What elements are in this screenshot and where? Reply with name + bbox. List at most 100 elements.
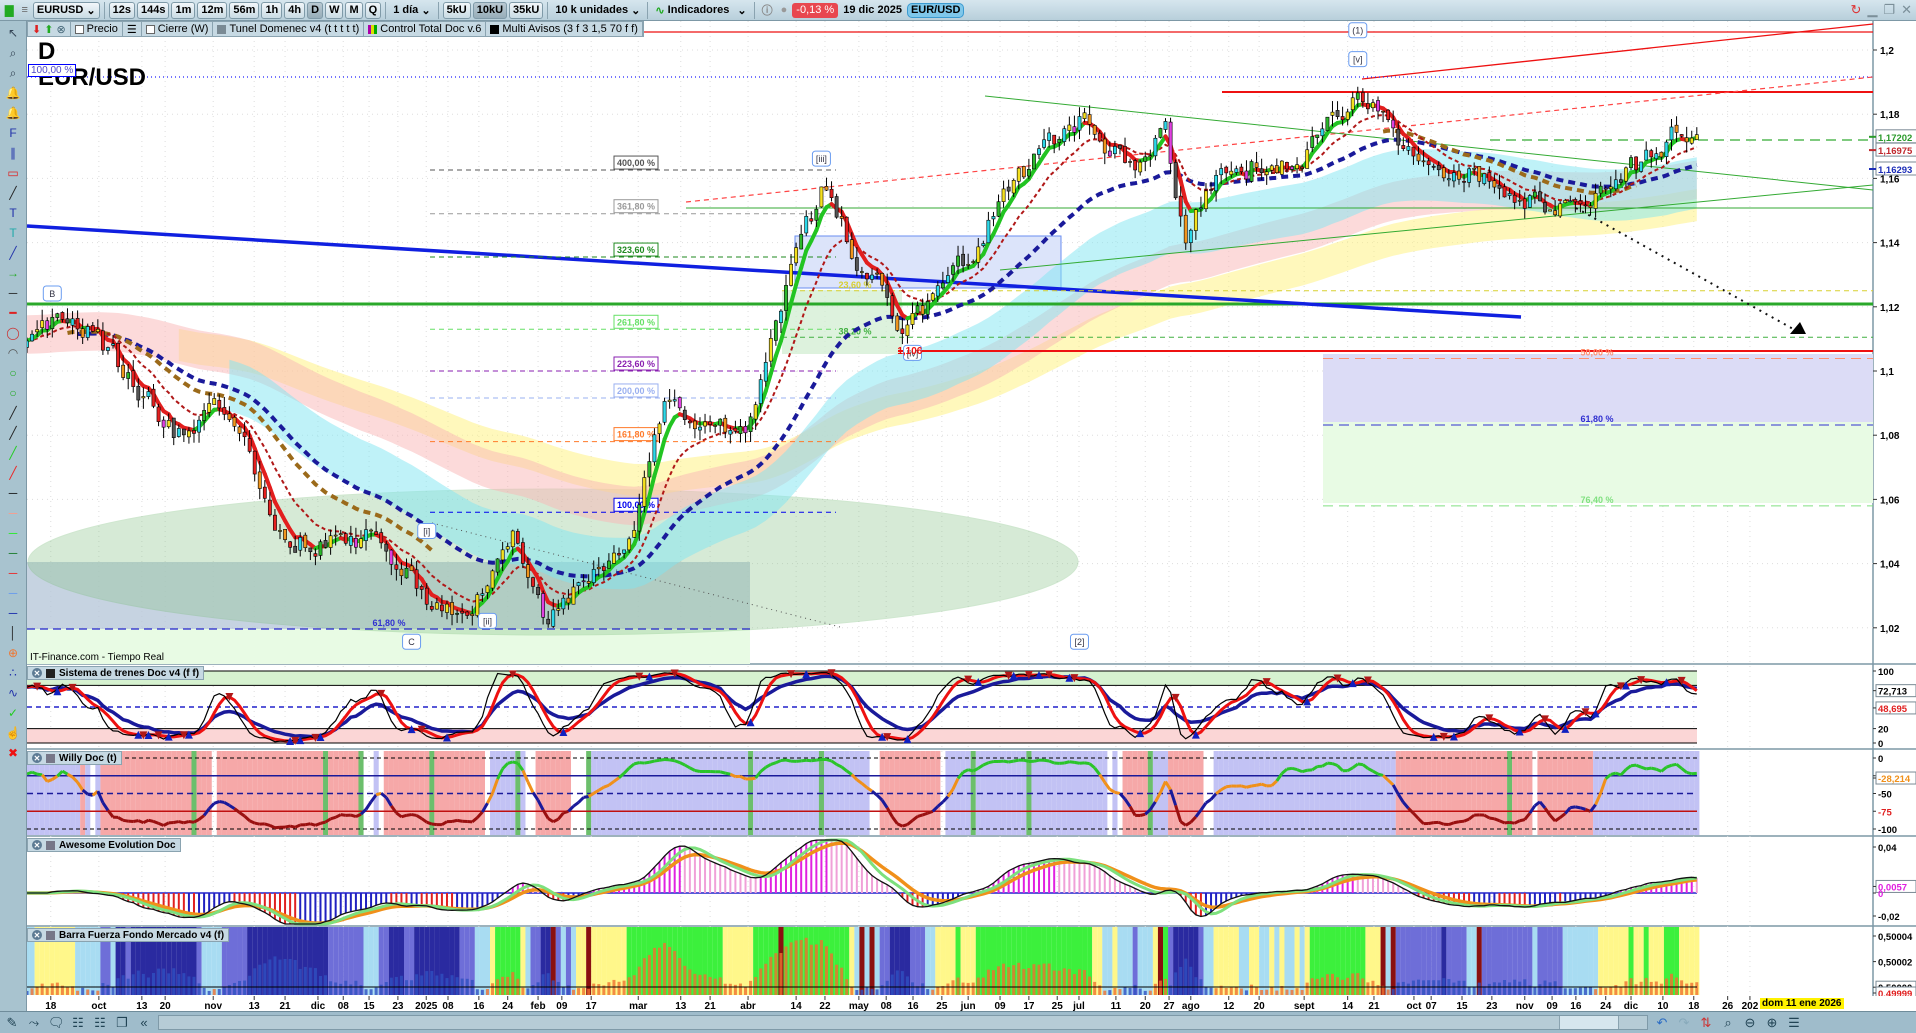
collapse-icon[interactable]: «: [136, 1015, 152, 1030]
pane-header-sistema[interactable]: ✕ Sistema de trenes Doc v4 (f f): [27, 666, 205, 680]
hline-salmon-icon[interactable]: ─: [3, 504, 23, 522]
hline-blue-icon[interactable]: ─: [3, 584, 23, 602]
barra-strength-bar: [308, 967, 312, 995]
redo-icon[interactable]: ↷: [1676, 1015, 1692, 1031]
trendline-icon[interactable]: ╱: [3, 244, 23, 262]
auto-scale-icon[interactable]: ⇅: [1698, 1015, 1714, 1031]
legend-price[interactable]: Precio: [71, 22, 123, 36]
legend-close[interactable]: Cierre (W): [142, 22, 214, 36]
line-green-icon[interactable]: ╱: [3, 444, 23, 462]
rectangle-icon[interactable]: ▭: [3, 164, 23, 182]
candle-body: [429, 606, 434, 610]
ellipse-icon[interactable]: ◯: [3, 324, 23, 342]
undo-icon[interactable]: ↶: [1654, 1015, 1670, 1031]
color-line-icon[interactable]: ╱: [3, 404, 23, 422]
crosshair-icon[interactable]: ⊕: [3, 644, 23, 662]
close-pane-icon[interactable]: ✕: [32, 930, 42, 940]
date-tick-label: 18: [45, 1001, 57, 1011]
settings-icon[interactable]: ☰: [1786, 1015, 1802, 1031]
close-circle-icon[interactable]: ⊗: [56, 23, 65, 36]
circle2-icon[interactable]: ○: [3, 384, 23, 402]
comment-icon[interactable]: 🗨: [48, 1015, 65, 1031]
barra-strength-bar: [425, 971, 429, 995]
barra-bg-bar: [1532, 927, 1538, 995]
willy-stripe: [1132, 751, 1138, 835]
hline-icon[interactable]: ─: [3, 284, 23, 302]
time-scrollbar[interactable]: [158, 1015, 1648, 1030]
line-icon[interactable]: ╱: [3, 184, 23, 202]
candle-body: [1522, 198, 1527, 209]
candle-body: [1462, 181, 1466, 183]
list-icon[interactable]: ☰: [123, 22, 142, 36]
zoom-fit-icon[interactable]: ⌕: [1720, 1015, 1736, 1031]
thumb-icon[interactable]: ☝: [3, 724, 23, 742]
add-icon[interactable]: ⬆: [44, 23, 53, 36]
close-pane-icon[interactable]: ✕: [32, 668, 42, 678]
cursor-icon[interactable]: ↖: [3, 24, 23, 42]
willy-line-segment: [750, 776, 756, 781]
barra-strength-bar: [1093, 981, 1097, 995]
line-black-icon[interactable]: ╱: [3, 424, 23, 442]
close-checkbox[interactable]: [145, 24, 155, 34]
hline-black-icon[interactable]: ─: [3, 484, 23, 502]
vline-icon[interactable]: │: [3, 624, 23, 642]
windows-icon[interactable]: ❐: [114, 1015, 130, 1031]
candle-body: [612, 552, 616, 564]
close-pane-icon[interactable]: ✕: [32, 753, 42, 763]
ray-icon[interactable]: →: [3, 264, 23, 282]
chart-canvas[interactable]: 400,00 % 361,80 % 323,60 % 261,80 % 223,60 %…: [0, 0, 1916, 1011]
compare-icon[interactable]: ☷: [92, 1015, 108, 1031]
willy-line-segment: [1448, 821, 1455, 826]
hline-darkgreen-icon[interactable]: ─: [3, 544, 23, 562]
date-tick-label: 21: [1368, 1001, 1380, 1011]
zoom-in-icon[interactable]: ⊕: [1764, 1015, 1780, 1031]
elliott-icon[interactable]: ∴: [3, 664, 23, 682]
zoom-rect-icon[interactable]: ⌕: [3, 64, 23, 82]
check-icon[interactable]: ✓: [3, 704, 23, 722]
price-tick-label: 1,16: [1880, 174, 1900, 185]
alert-icon[interactable]: 🔔: [3, 84, 23, 102]
hline-green-icon[interactable]: ─: [3, 524, 23, 542]
pencil-icon[interactable]: ✎: [4, 1015, 20, 1031]
close-pane-icon[interactable]: ✕: [32, 840, 42, 850]
candle-body: [176, 428, 181, 437]
arc-icon[interactable]: ◠: [3, 344, 23, 362]
candle-body: [1345, 111, 1350, 120]
delete-icon[interactable]: ✖: [3, 744, 23, 762]
date-axis: 18 oct 13 20 nov 13 21 dic 08 15 23 2025 08 16 24 feb 09…: [0, 996, 1916, 1011]
willy-stripe: [262, 751, 268, 835]
channel-icon[interactable]: ∥: [3, 144, 23, 162]
candle-body: [1305, 149, 1310, 169]
date-tick-label: 13: [249, 1001, 261, 1011]
willy-line-segment: [811, 758, 817, 763]
scrollbar-thumb[interactable]: [1559, 1016, 1619, 1029]
date-tick-label: 09: [556, 1001, 568, 1011]
barra-strength-bar: [546, 973, 550, 995]
line-red-icon[interactable]: ╱: [3, 464, 23, 482]
price-tick-label: 1,14: [1880, 239, 1900, 250]
remove-icon[interactable]: ⬇: [32, 23, 41, 36]
fibonacci-icon[interactable]: F: [3, 124, 23, 142]
candle-body: [1199, 207, 1203, 210]
text-icon[interactable]: T: [3, 204, 23, 222]
zoom-icon[interactable]: ⌕: [3, 44, 23, 62]
pane-header-awesome[interactable]: ✕ Awesome Evolution Doc: [27, 838, 181, 852]
barra-strength-bar: [45, 987, 49, 995]
legend-control[interactable]: Control Total Doc v.6: [364, 22, 487, 36]
ruler-icon[interactable]: ━: [3, 304, 23, 322]
pane-header-barra[interactable]: ✕ Barra Fuerza Fondo Mercado v4 (f): [27, 928, 230, 942]
hline-navy-icon[interactable]: ─: [3, 604, 23, 622]
circle-icon[interactable]: ○: [3, 364, 23, 382]
legend-avisos[interactable]: Multi Avisos (3 f 3 1,5 70 f f): [486, 22, 643, 36]
alert-add-icon[interactable]: 🔔: [3, 104, 23, 122]
candle-body: [738, 426, 743, 434]
zoom-out-icon[interactable]: ⊖: [1742, 1015, 1758, 1031]
legend-tunel[interactable]: Tunel Domenec v4 (t t t t t): [213, 22, 365, 36]
text2-icon[interactable]: T: [3, 224, 23, 242]
hline-red-icon[interactable]: ─: [3, 564, 23, 582]
share-icon[interactable]: ⤳: [26, 1015, 42, 1031]
wave-icon[interactable]: ∿: [3, 684, 23, 702]
pane-header-willy[interactable]: ✕ Willy Doc (t): [27, 751, 122, 765]
report-icon[interactable]: ☷: [70, 1015, 86, 1031]
price-checkbox[interactable]: [74, 24, 84, 34]
